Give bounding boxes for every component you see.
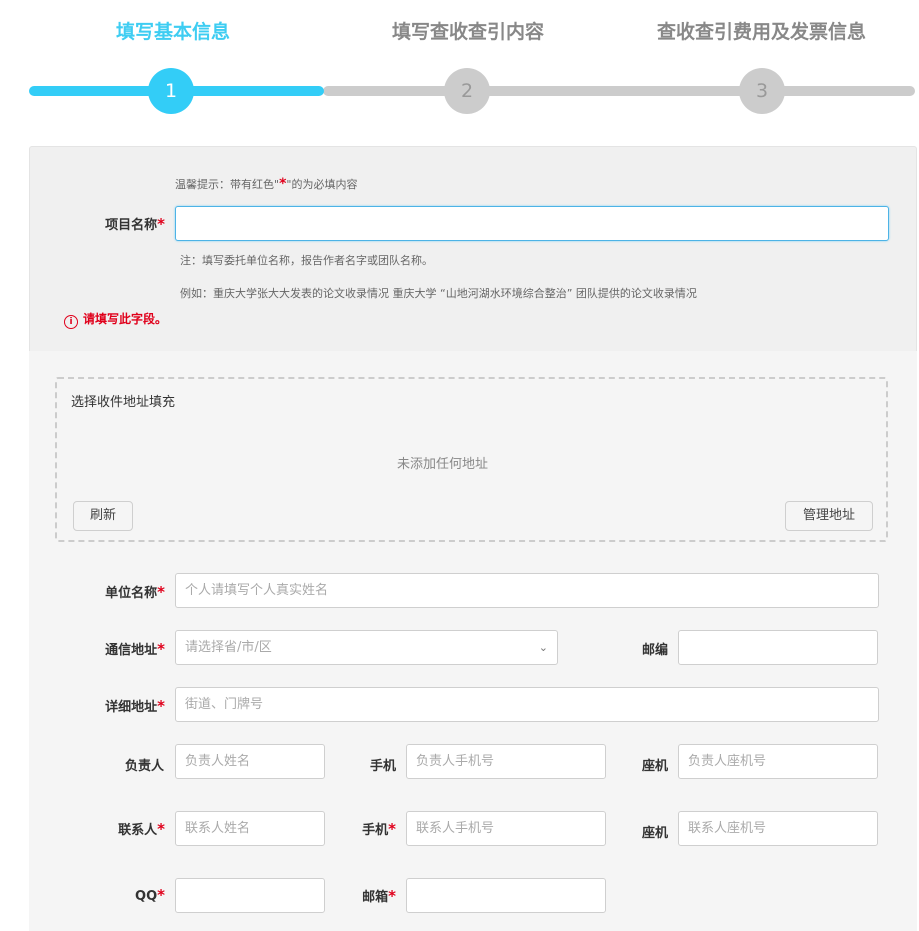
project-note-2: 例如：重庆大学张大大发表的论文收录情况 重庆大学 “山地河湖水环境综合整治” 团… — [180, 287, 697, 300]
email-input[interactable] — [406, 878, 606, 913]
qq-input[interactable] — [175, 878, 325, 913]
step-1-circle[interactable]: 1 — [148, 68, 194, 114]
owner-name-input[interactable]: 负责人姓名 — [175, 744, 325, 779]
progress-track — [323, 86, 915, 96]
owner-mobile-input[interactable]: 负责人手机号 — [406, 744, 606, 779]
mailing-address-label: 通信地址* — [105, 640, 165, 658]
project-name-label: 项目名称* — [105, 215, 165, 233]
project-name-input[interactable] — [175, 206, 889, 241]
owner-phone-label: 座机 — [641, 759, 668, 774]
warning-circle-icon: i — [64, 315, 78, 329]
refresh-button[interactable]: 刷新 — [73, 501, 133, 531]
step-1-title: 填写基本信息 — [116, 21, 231, 43]
zip-label: 邮编 — [641, 643, 668, 658]
address-box-title: 选择收件地址填充 — [71, 395, 176, 410]
email-label: 邮箱* — [362, 887, 396, 905]
project-note-1: 注：填写委托单位名称，报告作者名字或团队名称。 — [180, 254, 433, 267]
zip-input[interactable] — [678, 630, 878, 665]
detail-address-input[interactable]: 街道、门牌号 — [175, 687, 879, 722]
unit-name-input[interactable]: 个人请填写个人真实姓名 — [175, 573, 879, 608]
step-3-circle[interactable]: 3 — [739, 68, 785, 114]
address-empty-text: 未添加任何地址 — [396, 457, 488, 472]
contact-label: 联系人* — [118, 820, 165, 838]
owner-mobile-label: 手机 — [369, 759, 396, 774]
contact-mobile-label: 手机* — [362, 820, 396, 838]
owner-phone-input[interactable]: 负责人座机号 — [678, 744, 878, 779]
chevron-down-icon: ⌄ — [538, 641, 548, 654]
step-3-title: 查收查引费用及发票信息 — [657, 21, 867, 43]
manage-address-button[interactable]: 管理地址 — [785, 501, 873, 531]
detail-address-label: 详细地址* — [105, 697, 165, 715]
contact-phone-label: 座机 — [641, 826, 668, 841]
contact-phone-input[interactable]: 联系人座机号 — [678, 811, 878, 846]
validation-error: i 请填写此字段。 — [64, 310, 167, 329]
step-2-title: 填写查收查引内容 — [392, 21, 545, 43]
region-select[interactable]: 请选择省/市/区 ⌄ — [175, 630, 558, 665]
qq-label: QQ* — [135, 886, 165, 904]
contact-mobile-input[interactable]: 联系人手机号 — [406, 811, 606, 846]
contact-name-input[interactable]: 联系人姓名 — [175, 811, 325, 846]
required-hint: 温馨提示：带有红色"*"的为必填内容 — [175, 176, 358, 192]
unit-name-label: 单位名称* — [105, 583, 165, 601]
owner-label: 负责人 — [124, 759, 164, 774]
step-2-circle[interactable]: 2 — [444, 68, 490, 114]
